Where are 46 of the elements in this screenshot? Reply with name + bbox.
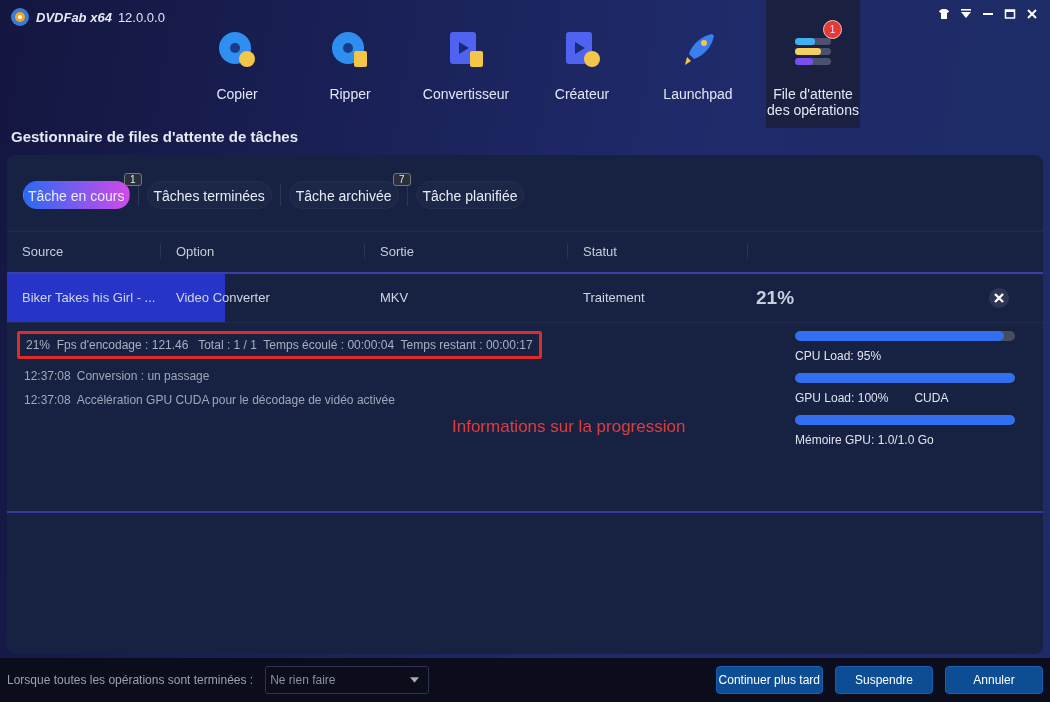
caret-icon (410, 677, 420, 684)
app-brand: DVDFab x64 (36, 9, 112, 25)
meter-label: CPU Load: 95% (795, 348, 882, 363)
footer-button[interactable]: Continuer plus tard (715, 666, 823, 695)
close-icon[interactable] (1026, 8, 1038, 20)
notification-badge: 1 (823, 20, 842, 39)
progress-info: 21% Fps d'encodage : 121.46 Total : 1 / 1 Temps écoulé : 00:00:04 Temps restant : 00:00:17 (17, 330, 542, 359)
nav-item[interactable]: Convertisseur (408, 0, 524, 128)
count-badge: 1 (123, 172, 142, 186)
log-time: 12:37:08 (24, 392, 71, 407)
table-cell-text: Traitement (582, 290, 646, 306)
progress-percent: 21% (756, 286, 795, 309)
tab[interactable]: Tâche planifiée (415, 180, 525, 209)
footer-label: Lorsque toutes les opérations sont terminées : (7, 673, 254, 688)
app-version: 12.0.0.0 (117, 9, 165, 25)
meter-label: GPU Load: 100% (795, 390, 889, 405)
dropdown-icon[interactable] (960, 8, 972, 20)
column-header: Sortie (365, 244, 568, 260)
log-message: Conversion : un passage (76, 368, 210, 383)
log-message: Accélération GPU CUDA pour le décodage de vidéo activée (76, 392, 395, 407)
tab[interactable]: Tâche en cours (23, 180, 130, 209)
shirt-icon[interactable] (938, 8, 950, 20)
table-cell-text: Biker Takes his Girl - ... (21, 290, 157, 306)
tab[interactable]: Tâche archivée (288, 180, 399, 209)
close-icon[interactable] (989, 287, 1009, 308)
nav-item[interactable]: 1 File d'attente des opérations (766, 0, 860, 128)
meter-extra: CUDA (914, 390, 949, 405)
log-time: 12:37:08 (24, 368, 71, 383)
action-dropdown[interactable]: Ne rien faire (265, 666, 430, 695)
annotation-text: Informations sur la progression (452, 416, 686, 437)
nav-item[interactable]: Copier (182, 0, 292, 128)
nav-item[interactable]: Ripper (292, 0, 408, 128)
logo-icon (10, 7, 30, 27)
column-header: Option (161, 244, 365, 260)
footer-button[interactable]: Suspendre (835, 666, 933, 695)
table-cell-text: MKV (379, 290, 410, 306)
tab[interactable]: Tâches terminées (146, 180, 272, 209)
maximize-icon[interactable] (1004, 8, 1016, 20)
footer-button[interactable]: Annuler (945, 666, 1043, 695)
count-badge: 7 (392, 172, 411, 186)
page-title: Gestionnaire de files d'attente de tâches (10, 128, 299, 147)
nav-item[interactable]: Launchpad (640, 0, 756, 128)
column-header: Statut (568, 244, 748, 260)
nav-item[interactable]: Créateur (524, 0, 640, 128)
column-header: Source (7, 244, 161, 260)
meter-label: Mémoire GPU: 1.0/1.0 Go (795, 432, 934, 447)
